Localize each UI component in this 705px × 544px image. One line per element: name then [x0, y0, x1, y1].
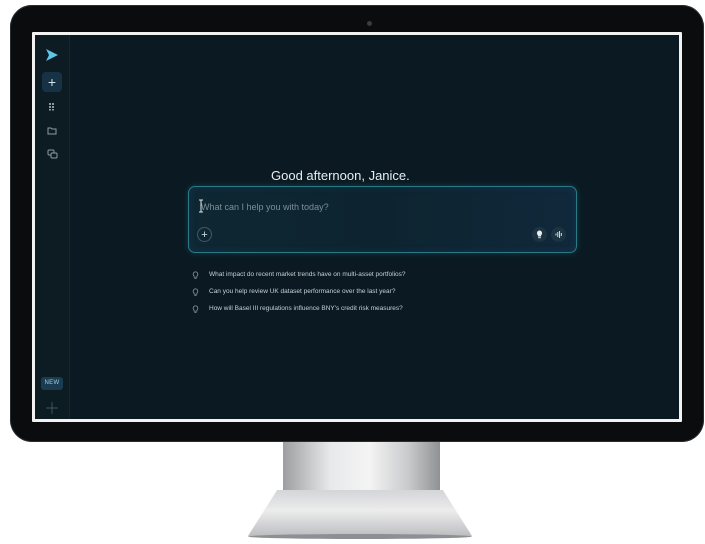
app-screen: + NEW Good afternoon, Janice. What can I…: [35, 35, 679, 419]
lightbulb-icon: [192, 287, 199, 296]
suggestion-item[interactable]: What impact do recent market trends have…: [192, 266, 572, 283]
suggestion-item[interactable]: Can you help review UK dataset performan…: [192, 283, 572, 300]
ideas-button[interactable]: [532, 227, 547, 242]
chat-composer: +: [188, 186, 577, 253]
bulb-icon: [532, 229, 547, 246]
suggestion-text: What impact do recent market trends have…: [209, 271, 406, 278]
voice-wave-icon: [551, 229, 566, 246]
suggestion-text: Can you help review UK dataset performan…: [209, 288, 396, 295]
lightbulb-icon: [192, 304, 199, 313]
text-cursor-icon: [198, 199, 204, 213]
suggestion-list: What impact do recent market trends have…: [192, 266, 572, 317]
sparkle-icon[interactable]: [45, 401, 59, 415]
monitor-stand-base: [248, 490, 472, 536]
new-badge[interactable]: NEW: [41, 377, 63, 390]
suggestion-text: How will Basel III regulations influence…: [209, 305, 403, 312]
plus-icon: +: [47, 74, 57, 90]
voice-button[interactable]: [551, 227, 566, 242]
monitor-frame: + NEW Good afternoon, Janice. What can I…: [10, 5, 704, 442]
new-chat-button[interactable]: +: [42, 72, 62, 92]
chat-input[interactable]: [199, 197, 543, 217]
stand-shadow: [248, 534, 472, 539]
attach-button[interactable]: +: [197, 227, 212, 242]
folder-icon[interactable]: [44, 123, 60, 139]
grid-icon[interactable]: [44, 98, 60, 114]
plus-icon: +: [201, 229, 208, 241]
send-logo-icon[interactable]: [44, 47, 60, 63]
lightbulb-icon: [192, 270, 199, 279]
suggestion-item[interactable]: How will Basel III regulations influence…: [192, 300, 572, 317]
screen-bezel: + NEW Good afternoon, Janice. What can I…: [32, 32, 682, 422]
sidebar: + NEW: [35, 35, 70, 419]
camera-dot: [367, 21, 372, 26]
monitor-stand-neck: [283, 442, 440, 492]
chat-bubbles-icon[interactable]: [44, 146, 60, 162]
greeting-title: Good afternoon, Janice.: [271, 168, 410, 183]
